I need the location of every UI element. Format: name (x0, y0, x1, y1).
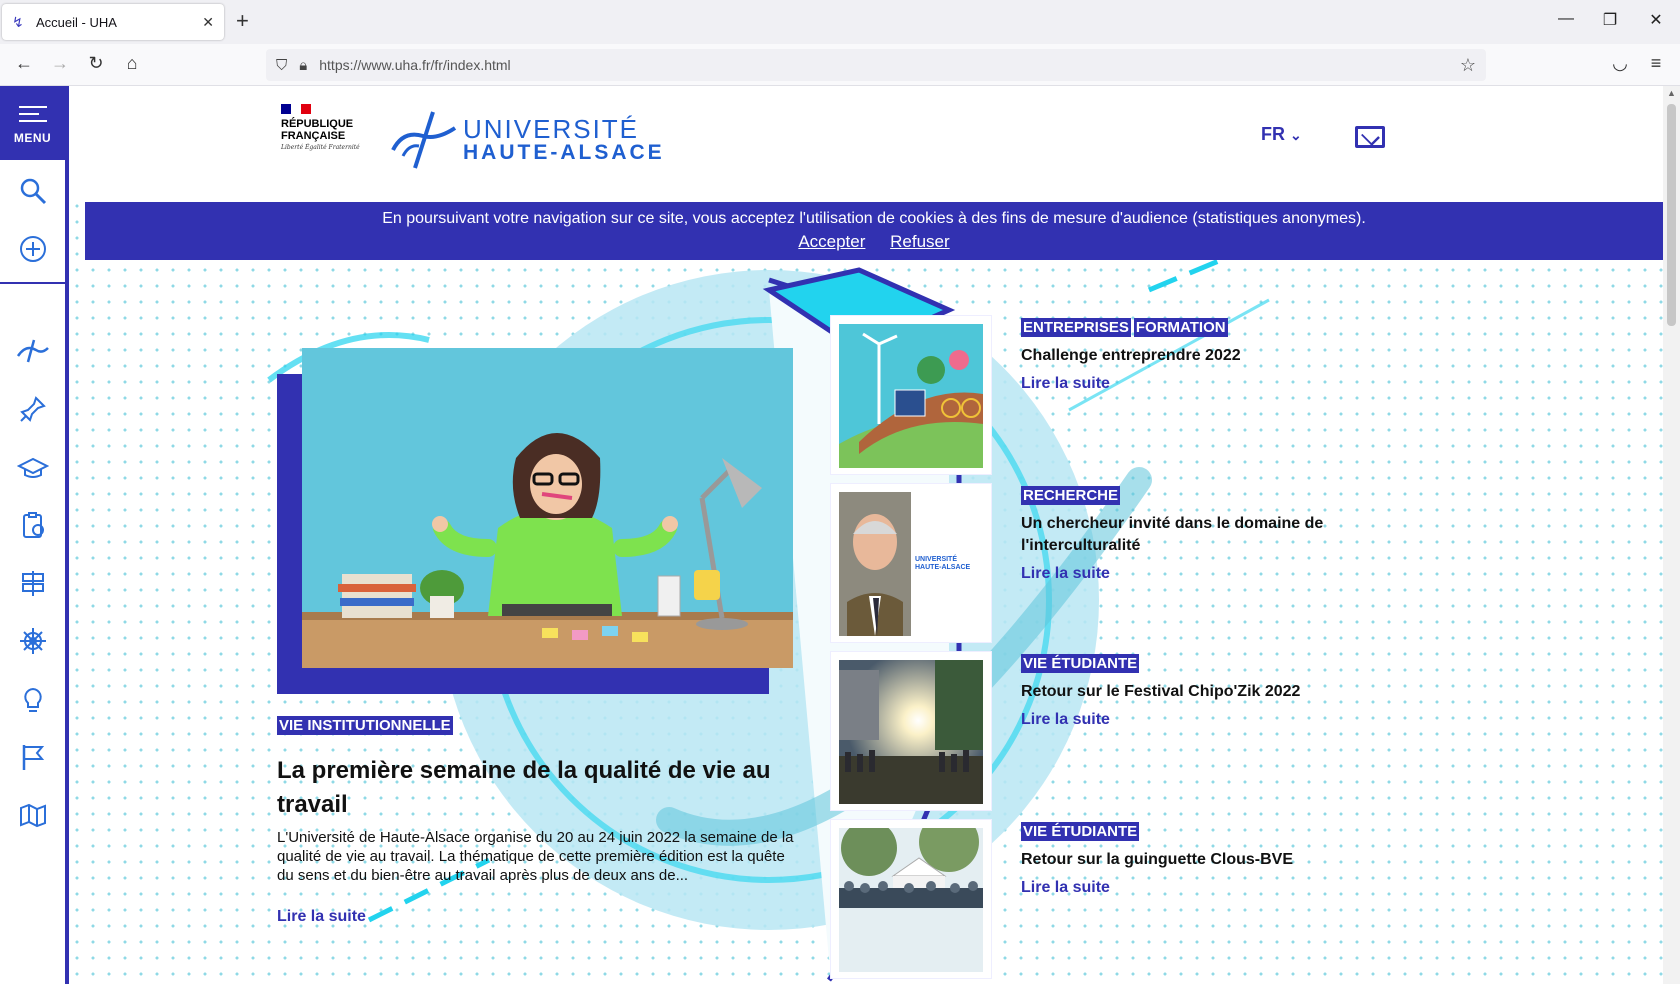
page-content: RÉPUBLIQUE FRANÇAISE Liberté Égalité Fra… (69, 86, 1663, 984)
page-scrollbar[interactable]: ▲ (1663, 86, 1680, 984)
accept-cookies-link[interactable]: Accepter (798, 232, 865, 251)
new-tab-button[interactable]: + (236, 9, 249, 33)
pocket-icon[interactable]: ◡ (1608, 53, 1632, 74)
clipboard-icon[interactable] (16, 510, 50, 544)
menu-label: MENU (13, 131, 52, 145)
category-tag[interactable]: VIE ÉTUDIANTE (1021, 822, 1140, 841)
tab-title: Accueil - UHA (36, 14, 117, 30)
featured-image[interactable] (302, 348, 793, 668)
featured-tag[interactable]: VIE INSTITUTIONNELLE (277, 716, 456, 735)
news-title[interactable]: Challenge entreprendre 2022 (1021, 345, 1341, 367)
news-title[interactable]: Retour sur le Festival Chipo'Zik 2022 (1021, 681, 1341, 703)
menu-button[interactable]: MENU (0, 86, 65, 160)
rf-text: RÉPUBLIQUE FRANÇAISE (281, 118, 354, 142)
news-title[interactable]: Un chercheur invité dans le domaine de l… (1021, 513, 1341, 557)
url-text[interactable]: https://www.uha.fr/fr/index.html (319, 57, 1460, 73)
news-thumbnail-frame[interactable] (831, 316, 991, 474)
thumb-uha-logo: UNIVERSITÉ HAUTE-ALSACE (915, 556, 971, 571)
forward-icon[interactable]: → (48, 53, 72, 74)
news-read-more-link[interactable]: Lire la suite (1021, 375, 1341, 393)
featured-title[interactable]: La première semaine de la qualité de vie… (277, 754, 787, 822)
category-tag[interactable]: VIE INSTITUTIONNELLE (277, 716, 453, 735)
news-item: ENTREPRISES FORMATION Challenge entrepren… (1021, 318, 1341, 393)
plus-circle-icon[interactable] (16, 234, 50, 268)
news-thumbnail-frame[interactable]: UNIVERSITÉ HAUTE-ALSACE (831, 484, 991, 642)
news-thumbnail[interactable] (839, 660, 983, 804)
news-item: VIE ÉTUDIANTE Retour sur la guinguette C… (1021, 822, 1341, 897)
news-thumbnail[interactable] (839, 324, 983, 468)
category-tag[interactable]: FORMATION (1133, 318, 1228, 337)
language-selector[interactable]: FR ⌄ (1261, 124, 1302, 145)
close-window-icon[interactable]: ✕ (1646, 10, 1666, 30)
bookmark-star-icon[interactable]: ☆ (1460, 55, 1476, 76)
category-tag[interactable]: ENTREPRISES (1021, 318, 1131, 337)
news-thumbnail-frame[interactable] (831, 652, 991, 810)
news-item: RECHERCHE Un chercheur invité dans le do… (1021, 486, 1341, 583)
category-tag[interactable]: VIE ÉTUDIANTE (1021, 654, 1140, 673)
category-tag[interactable]: RECHERCHE (1021, 486, 1121, 505)
scroll-up-arrow-icon[interactable]: ▲ (1667, 88, 1676, 98)
restore-icon[interactable]: ❐ (1600, 10, 1620, 30)
featured-excerpt: L'Université de Haute-Alsace organise du… (277, 829, 794, 884)
hamburger-icon (18, 101, 47, 127)
uha-logo[interactable]: UNIVERSITÉ HAUTE-ALSACE (389, 106, 665, 176)
news-item: VIE ÉTUDIANTE Retour sur le Festival Chi… (1021, 654, 1341, 729)
logo-line1: UNIVERSITÉ (463, 114, 640, 144)
refuse-cookies-link[interactable]: Refuser (890, 232, 950, 251)
map-icon[interactable] (16, 800, 50, 834)
uha-logo-icon[interactable] (16, 336, 50, 370)
url-bar[interactable]: ⛉ 🔒︎ https://www.uha.fr/fr/index.html ☆ (266, 49, 1486, 81)
helm-icon[interactable] (16, 626, 50, 660)
logo-line2: HAUTE-ALSACE (463, 141, 665, 164)
shield-icon[interactable]: ⛉ (276, 57, 287, 74)
cookie-message: En poursuivant votre navigation sur ce s… (382, 210, 1366, 227)
uha-favicon-icon: ↯ (12, 13, 24, 30)
french-flag-icon (281, 104, 311, 114)
scrollbar-thumb[interactable] (1667, 104, 1676, 326)
graduation-cap-icon[interactable] (16, 452, 50, 486)
news-read-more-link[interactable]: Lire la suite (1021, 711, 1341, 729)
featured-read-more-link[interactable]: Lire la suite (277, 908, 366, 925)
cookie-banner: En poursuivant votre navigation sur ce s… (85, 202, 1663, 260)
news-thumbnail-frame[interactable] (831, 820, 991, 978)
back-icon[interactable]: ← (12, 53, 36, 74)
flag-icon[interactable] (16, 742, 50, 776)
news-read-more-link[interactable]: Lire la suite (1021, 565, 1341, 583)
news-read-more-link[interactable]: Lire la suite (1021, 879, 1341, 897)
mail-icon[interactable] (1355, 126, 1385, 148)
news-thumbnail[interactable]: UNIVERSITÉ HAUTE-ALSACE (839, 492, 983, 636)
close-tab-icon[interactable]: ✕ (202, 14, 214, 31)
left-sidebar: MENU (0, 86, 69, 984)
browser-navbar: ← → ↻ ⌂ ⛉ 🔒︎ https://www.uha.fr/fr/index… (0, 44, 1680, 86)
minimize-icon[interactable]: — (1556, 10, 1576, 28)
news-thumbnail[interactable] (839, 828, 983, 972)
site-header: RÉPUBLIQUE FRANÇAISE Liberté Égalité Fra… (69, 86, 1663, 202)
browser-tabbar: ↯ Accueil - UHA ✕ + — ❐ ✕ (0, 0, 1680, 44)
hamburger-icon[interactable]: ≡ (1644, 53, 1668, 74)
lightbulb-icon[interactable] (16, 684, 50, 718)
news-title[interactable]: Retour sur la guinguette Clous-BVE (1021, 849, 1341, 871)
home-icon[interactable]: ⌂ (120, 53, 144, 74)
reload-icon[interactable]: ↻ (84, 53, 108, 74)
language-label: FR (1261, 124, 1285, 144)
browser-tab[interactable]: ↯ Accueil - UHA ✕ (2, 4, 224, 40)
chevron-down-icon: ⌄ (1290, 127, 1302, 143)
pin-icon[interactable] (16, 394, 50, 428)
republique-francaise-logo[interactable]: RÉPUBLIQUE FRANÇAISE Liberté Égalité Fra… (281, 104, 361, 152)
lock-icon[interactable]: 🔒︎ (299, 57, 307, 74)
search-icon[interactable] (16, 176, 50, 210)
uha-mark-icon (391, 111, 457, 169)
rf-motto: Liberté Égalité Fraternité (281, 144, 360, 151)
sidebar-separator (0, 282, 65, 284)
signpost-icon[interactable] (16, 568, 50, 602)
